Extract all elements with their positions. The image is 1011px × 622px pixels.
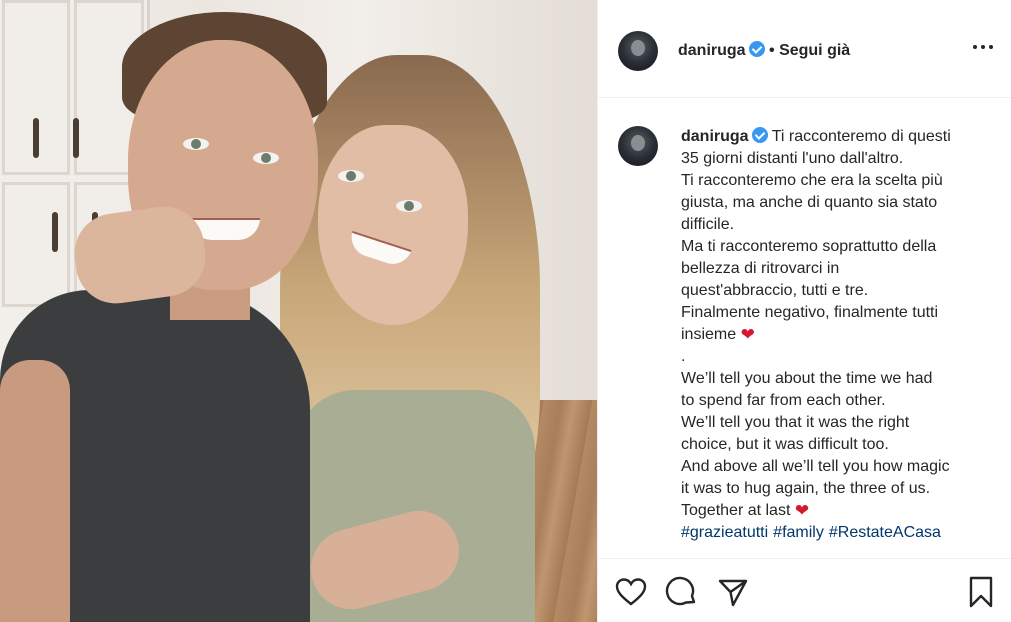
heart-icon[interactable]: [614, 575, 648, 609]
caption-line-with-heart: insieme ❤: [681, 324, 991, 346]
heart-emoji-icon: ❤: [794, 501, 810, 520]
caption-line: .: [681, 348, 686, 365]
post-caption: daniruga Ti racconteremo di questi 35 gi…: [598, 98, 1011, 558]
post-side-panel: daniruga • Segui già daniruga Ti raccont…: [597, 0, 1011, 622]
avatar[interactable]: [618, 31, 658, 71]
post-header: daniruga • Segui già: [598, 0, 1011, 98]
photo-smile: [346, 230, 412, 270]
caption-line: it was to hug again, the three of us.: [681, 480, 931, 497]
hashtag-link[interactable]: #family: [773, 524, 824, 541]
caption-line: bellezza di ritrovarci in: [681, 260, 840, 277]
caption-line: And above all we’ll tell you how magic: [681, 458, 950, 475]
hashtag-link[interactable]: #RestateACasa: [829, 524, 941, 541]
cabinet-door: [2, 182, 70, 307]
cabinet-handle: [33, 118, 39, 158]
caption-line: Together at last: [681, 502, 791, 519]
photo-eye: [396, 200, 422, 212]
header-user: daniruga • Segui già: [678, 41, 850, 60]
caption-line: We’ll tell you that it was the right: [681, 414, 910, 431]
photo-woman-face: [318, 125, 468, 325]
verified-badge-icon: [748, 41, 765, 57]
photo-eye: [253, 152, 279, 164]
caption-line-with-heart: Together at last ❤: [681, 500, 991, 522]
caption-line: insieme: [681, 326, 737, 343]
caption-line: Ma ti racconteremo soprattutto della: [681, 238, 937, 255]
cabinet-handle: [73, 118, 79, 158]
post-photo[interactable]: [0, 0, 597, 622]
caption-text: daniruga Ti racconteremo di questi 35 gi…: [681, 126, 991, 544]
caption-line: quest'abbraccio, tutti e tre.: [681, 282, 869, 299]
cabinet-handle: [52, 212, 58, 252]
more-icon[interactable]: [973, 42, 995, 52]
follow-status-button[interactable]: • Segui già: [769, 42, 850, 59]
save-icon[interactable]: [964, 575, 998, 609]
caption-first-line: daniruga Ti racconteremo di questi: [681, 126, 991, 148]
caption-line: Ti racconteremo di questi: [771, 128, 951, 145]
heart-emoji-icon: ❤: [740, 325, 755, 344]
caption-line: choice, but it was difficult too.: [681, 436, 889, 453]
caption-line: Ti racconteremo che era la scelta più: [681, 172, 943, 189]
share-icon[interactable]: [716, 575, 750, 609]
photo-eye: [183, 138, 209, 150]
username-link[interactable]: daniruga: [678, 42, 746, 59]
hashtags: #grazieatutti #family #RestateACasa: [681, 522, 991, 544]
photo-eye: [338, 170, 364, 182]
avatar[interactable]: [618, 126, 658, 166]
post-actions: [598, 558, 1011, 622]
verified-badge-icon: [751, 127, 768, 143]
caption-line: We’ll tell you about the time we had: [681, 370, 933, 387]
caption-username-link[interactable]: daniruga: [681, 128, 749, 145]
caption-line: giusta, ma anche di quanto sia stato: [681, 194, 938, 211]
caption-line: to spend far from each other.: [681, 392, 886, 409]
comment-icon[interactable]: [665, 575, 699, 609]
photo-man-arm: [0, 360, 70, 622]
caption-line: 35 giorni distanti l'uno dall'altro.: [681, 150, 904, 167]
caption-line: difficile.: [681, 216, 735, 233]
hashtag-link[interactable]: #grazieatutti: [681, 524, 768, 541]
caption-line: Finalmente negativo, finalmente tutti: [681, 304, 939, 321]
